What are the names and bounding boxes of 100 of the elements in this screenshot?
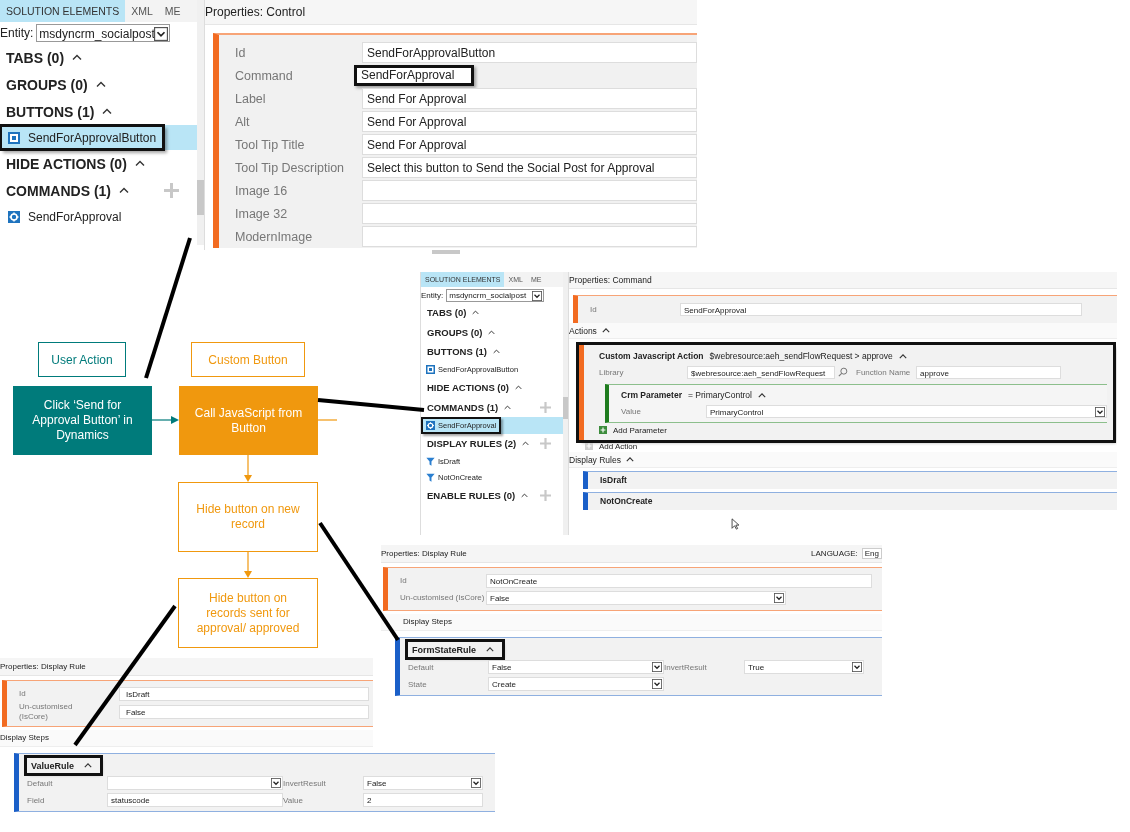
field-label: Default — [27, 778, 54, 788]
scrollbar[interactable] — [563, 272, 568, 535]
lane-header: User Action — [38, 342, 126, 377]
add-parameter-link[interactable]: Add Parameter — [613, 425, 667, 435]
add-action-link[interactable]: Add Action — [599, 441, 638, 451]
field-label: Image 32 — [235, 206, 289, 221]
section-heading: BUTTONS (1) — [6, 103, 95, 120]
section-heading: Actions — [569, 325, 597, 336]
chevron-down-icon — [271, 778, 281, 788]
chevron-down-icon — [532, 290, 543, 301]
chevron-down-icon — [154, 27, 169, 41]
field-label: Un-customised (IsCore) — [400, 592, 486, 603]
collapse-icon[interactable] — [72, 54, 83, 61]
section-heading: COMMANDS (1) — [427, 401, 499, 413]
field-label: Command — [235, 68, 294, 83]
text-field[interactable]: approve — [916, 365, 1061, 379]
process-node: Hide button on records sent for approval/ approved — [178, 578, 318, 648]
square-icon — [426, 365, 435, 375]
tab[interactable]: XML — [125, 0, 159, 22]
step-title: ValueRule — [27, 758, 101, 773]
section-heading: BUTTONS (1) — [427, 346, 487, 358]
field-label: InvertResult — [664, 662, 708, 672]
dropdown[interactable]: False — [363, 776, 483, 790]
dropdown[interactable]: False — [486, 590, 786, 605]
field-label: Function Name — [856, 367, 912, 377]
section-heading: HIDE ACTIONS (0) — [427, 382, 509, 394]
language-field[interactable]: Eng — [861, 548, 882, 559]
process-node: Call JavaScript from Button — [179, 386, 318, 455]
field-label: Tool Tip Title — [235, 137, 306, 152]
section-heading: COMMANDS (1) — [6, 182, 111, 199]
text-field[interactable]: False — [119, 705, 369, 719]
text-field[interactable]: SendForApprovalButton — [362, 42, 697, 63]
text-field[interactable]: Send For Approval — [362, 111, 697, 132]
field-label: InvertResult — [283, 778, 327, 788]
section-heading: TABS (0) — [427, 307, 467, 319]
square-icon — [8, 131, 20, 144]
collapse-icon[interactable] — [486, 647, 494, 652]
entity-dropdown[interactable]: msdyncrm_socialpost — [446, 288, 545, 302]
connector-line — [317, 419, 338, 421]
scrollbar[interactable] — [432, 250, 460, 254]
collapse-icon[interactable] — [625, 457, 634, 462]
text-field[interactable]: IsDraft — [119, 686, 369, 701]
field-label: Library — [599, 367, 625, 377]
collapse-icon[interactable] — [102, 108, 113, 115]
field-label: Label — [235, 91, 267, 106]
collapse-icon[interactable] — [95, 81, 106, 88]
display-rule-row[interactable]: IsDraft — [583, 471, 1117, 489]
chevron-down-icon — [471, 778, 481, 788]
dropdown[interactable]: Create — [488, 677, 664, 691]
text-field[interactable]: statuscode — [107, 793, 283, 807]
arrow — [244, 454, 252, 482]
collapse-icon[interactable] — [134, 160, 145, 167]
dropdown[interactable]: False — [488, 660, 664, 674]
scrollbar[interactable] — [197, 0, 204, 245]
lane-header: Custom Button — [191, 342, 305, 377]
text-field[interactable]: Select this button to Send the Social Post for Approval — [362, 157, 697, 178]
entity-dropdown[interactable]: msdyncrm_socialpost — [36, 24, 171, 42]
collapse-icon[interactable] — [898, 353, 907, 359]
text-field[interactable] — [362, 180, 697, 201]
text-field[interactable]: Send For Approval — [362, 134, 697, 155]
panel-title: Properties: Command — [569, 272, 1117, 289]
tab[interactable]: ME — [158, 0, 187, 22]
field-label: ModernImage — [235, 229, 314, 244]
panel-title: Properties: Control — [205, 0, 697, 25]
section-heading: DISPLAY RULES (2) — [427, 437, 517, 449]
language-label: LANGUAGE: — [811, 549, 858, 558]
section-heading: Display Steps — [0, 730, 373, 747]
panel-title: Properties: Display Rule — [381, 549, 467, 558]
section-heading: Display Steps — [381, 614, 882, 631]
arrow — [244, 551, 252, 578]
text-field[interactable]: 2 — [363, 793, 483, 807]
dropdown[interactable]: True — [744, 660, 864, 674]
text-field[interactable]: Send For Approval — [362, 88, 697, 109]
collapse-icon[interactable] — [601, 328, 610, 333]
text-field[interactable]: SendForApproval — [680, 303, 1082, 316]
dropdown[interactable]: PrimaryControl — [706, 404, 1107, 418]
collapse-icon[interactable] — [119, 187, 129, 194]
text-field[interactable]: SendForApproval — [354, 65, 474, 86]
step-title: FormStateRule — [408, 642, 502, 657]
text-field[interactable] — [362, 226, 697, 247]
collapse-icon[interactable] — [757, 392, 766, 398]
section-heading: GROUPS (0) — [6, 76, 88, 93]
tab[interactable]: SOLUTION ELEMENTS — [0, 0, 126, 22]
section-heading: Display Rules — [569, 454, 621, 465]
entity-label: Entity: — [421, 290, 444, 300]
process-node: Click ‘Send for Approval Button’ in Dynamics — [13, 386, 152, 455]
section-heading: GROUPS (0) — [427, 326, 483, 338]
tree-item[interactable]: SendForApproval — [0, 204, 197, 229]
display-rule-row[interactable]: NotOnCreate — [583, 492, 1117, 510]
panel-title: Properties: Display Rule — [0, 662, 86, 671]
chevron-down-icon — [774, 592, 784, 603]
parameter-title: Crm Parameter — [621, 390, 682, 400]
text-field[interactable]: $webresource:aeh_sendFlowRequest — [687, 365, 835, 379]
search-icon[interactable] — [838, 367, 848, 377]
field-label: Id — [590, 305, 598, 314]
section-heading: ENABLE RULES (0) — [427, 490, 516, 502]
field-label: Value — [283, 795, 304, 805]
collapse-icon[interactable] — [84, 763, 93, 768]
text-field[interactable]: NotOnCreate — [486, 573, 872, 588]
text-field[interactable] — [362, 203, 697, 224]
